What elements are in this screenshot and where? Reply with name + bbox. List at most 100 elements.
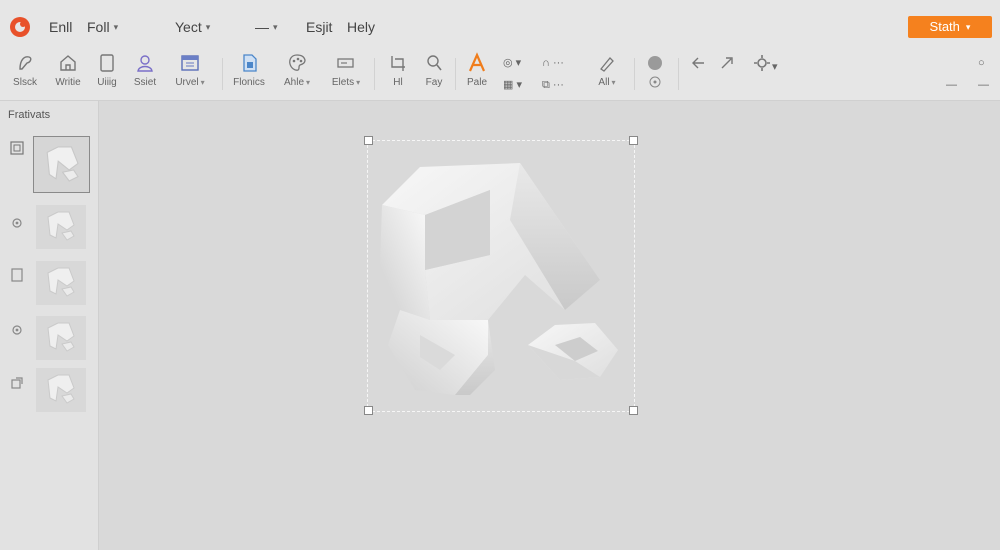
tool-label: All	[598, 77, 610, 88]
chevron-down-icon: ▾	[356, 78, 361, 87]
thumbnail-shape	[47, 322, 75, 352]
toolbar-divider	[455, 58, 456, 90]
info-icon	[649, 76, 661, 88]
record-icon	[648, 56, 662, 70]
palette-icon	[289, 54, 306, 71]
settings-button[interactable]	[744, 52, 780, 96]
page-thumbnail-4[interactable]	[36, 316, 86, 360]
menu-label: Foll	[87, 19, 110, 35]
tool-flonics[interactable]: Flonics	[230, 52, 268, 96]
tool-elets[interactable]: Elets ▾	[326, 52, 366, 96]
menu-item-2[interactable]: Yect ▾	[175, 19, 210, 35]
tool-label: Elets	[331, 77, 355, 88]
toolbar-divider	[678, 58, 679, 90]
resize-handle-bottom-right[interactable]	[629, 406, 638, 415]
tool-hl[interactable]: Hl	[384, 52, 412, 96]
selection-box[interactable]	[367, 140, 635, 412]
chevron-down-icon[interactable]: ▾	[772, 60, 778, 74]
redo-icon	[721, 57, 733, 69]
tool-urvel[interactable]: Urvel ▾	[168, 52, 212, 96]
mini-tool-label: ∩ ···	[542, 57, 564, 69]
menu-item-4[interactable]: Esjit	[306, 19, 332, 35]
app-logo-icon[interactable]	[10, 17, 30, 37]
tool-label: Uiiig	[97, 77, 117, 88]
undo-button[interactable]	[688, 52, 710, 96]
tool-pale[interactable]: Pale	[462, 52, 492, 96]
menu-label: —	[255, 19, 269, 35]
redo-button[interactable]	[716, 52, 738, 96]
chevron-down-icon: ▾	[200, 78, 205, 87]
brush-icon	[600, 57, 614, 72]
page-thumbnail-1[interactable]	[33, 136, 90, 193]
resize-handle-top-left[interactable]	[364, 136, 373, 145]
thumbnail-shape	[46, 146, 79, 182]
menu-item-1[interactable]: Foll ▾	[87, 19, 118, 35]
tool-fay[interactable]: Fay	[420, 52, 448, 96]
document-icon	[243, 54, 257, 72]
panel-title: Frativats	[8, 109, 51, 121]
thumbnail-shape	[47, 374, 75, 404]
chevron-down-icon: ▾	[273, 22, 278, 32]
mini-tool-link[interactable]: ⧉ ···	[542, 78, 564, 92]
page-thumbnail-2[interactable]	[36, 205, 86, 249]
thumbnail-shape	[47, 267, 75, 297]
chevron-down-icon: ▾	[205, 22, 211, 32]
tool-set[interactable]: Ssiet	[130, 52, 160, 96]
tool-label: Flonics	[233, 77, 265, 88]
tool-label: Slsck	[13, 77, 37, 88]
tool-label: Fay	[425, 77, 443, 88]
tool-label-wrap: All ▾	[590, 77, 624, 88]
mini-tool-grid[interactable]: ▦ ▾	[503, 78, 522, 92]
home-icon	[60, 55, 76, 71]
resize-handle-top-right[interactable]	[629, 136, 638, 145]
tool-write[interactable]: Writie	[50, 52, 86, 96]
resize-handle-bottom-left[interactable]	[364, 406, 373, 415]
toolbar-divider	[222, 58, 223, 90]
search-icon	[427, 55, 442, 71]
toolbar: Slsck Writie Uiiig Ssiet Urvel ▾ Flonics …	[0, 48, 1000, 101]
menu-item-5[interactable]: Hely	[347, 19, 375, 35]
page-thumbnail-5[interactable]	[36, 368, 86, 412]
user-icon	[137, 55, 153, 72]
mini-tool-label: ⧉ ···	[542, 79, 564, 91]
chevron-down-icon: ▾	[113, 22, 119, 32]
menu-label: Hely	[347, 19, 376, 35]
crop-icon	[391, 56, 405, 71]
tool-label: Ssiet	[133, 77, 157, 88]
tool-sketch[interactable]: Slsck	[8, 52, 42, 96]
tool-all[interactable]: All ▾	[590, 52, 624, 96]
mini-tool-arc[interactable]: ∩ ···	[542, 56, 564, 70]
chevron-down-icon: ▾	[611, 78, 616, 87]
menu-item-3[interactable]: — ▾	[255, 19, 278, 35]
tool-ahle[interactable]: Ahle ▾	[278, 52, 316, 96]
menu-label: Yect	[175, 19, 202, 35]
toolbar-divider	[634, 58, 635, 90]
text-tool-icon	[468, 52, 486, 72]
start-button[interactable]: Stath ▾	[908, 16, 992, 38]
page-icon[interactable]	[10, 268, 24, 282]
tool-using[interactable]: Uiiig	[92, 52, 122, 96]
tool-label: Hl	[393, 77, 403, 88]
mini-tool-label: ◎ ▾	[503, 57, 522, 69]
gear-icon[interactable]	[10, 216, 24, 230]
record-button[interactable]	[642, 52, 668, 96]
pen-tool-icon	[19, 56, 32, 70]
gear-icon[interactable]	[10, 323, 24, 337]
link-icon[interactable]	[10, 376, 24, 390]
tool-label-wrap: Elets ▾	[326, 77, 366, 88]
tool-label: Ahle	[283, 77, 304, 88]
page-thumbnail-3[interactable]	[36, 261, 86, 305]
mini-tool-effects[interactable]: ◎ ▾	[503, 56, 521, 70]
mini-tool-label: ▦ ▾	[503, 79, 522, 91]
tool-label: Urvel	[175, 77, 199, 88]
tool-label-wrap: Ahle ▾	[278, 77, 316, 88]
chevron-down-icon: ▾	[965, 22, 971, 32]
tool-label: Pale	[466, 77, 487, 88]
dash-icon: —	[946, 79, 957, 91]
menu-item-0[interactable]: Enll	[49, 19, 72, 35]
circle-icon[interactable]: ○	[978, 56, 985, 70]
layout-icon	[337, 58, 354, 68]
menu-label: Enll	[49, 19, 73, 35]
tool-label-wrap: Urvel ▾	[168, 77, 212, 88]
frame-icon[interactable]	[10, 141, 24, 155]
